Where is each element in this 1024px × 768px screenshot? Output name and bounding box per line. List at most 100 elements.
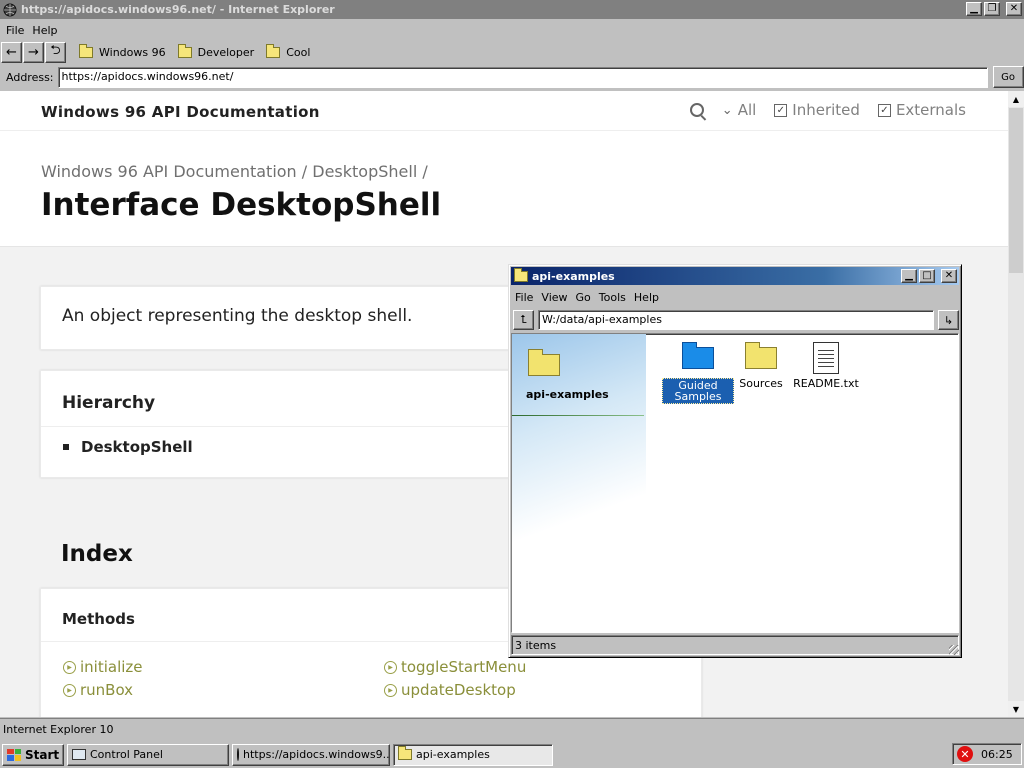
folder-blue-icon: [682, 342, 714, 369]
go-button[interactable]: Go: [992, 66, 1024, 88]
back-button[interactable]: ←: [1, 41, 22, 63]
description-text: An object representing the desktop shell…: [62, 306, 413, 326]
folder-icon: [79, 43, 93, 58]
task-label: Control Panel: [90, 748, 163, 761]
explorer-menu-bar: File View Go Tools Help: [511, 288, 663, 306]
minimize-button[interactable]: ▁: [966, 2, 982, 16]
site-name[interactable]: Windows 96 API Documentation: [41, 103, 320, 121]
file-item-label: Guided Samples: [662, 378, 734, 404]
start-button[interactable]: Start: [2, 743, 64, 766]
address-bar: Address: https://apidocs.windows96.net/ …: [0, 65, 1024, 89]
explorer-status-text: 3 items: [515, 638, 557, 652]
divider: [41, 426, 519, 427]
explorer-go-button[interactable]: ↳: [938, 310, 959, 330]
refresh-button[interactable]: ⮌: [45, 41, 66, 63]
method-link-togglestartmenu[interactable]: ▶ toggleStartMenu: [384, 658, 526, 676]
method-link-initialize[interactable]: ▶ initialize: [63, 658, 143, 676]
favorite-windows96[interactable]: Windows 96: [79, 43, 166, 59]
bullet-icon: [63, 444, 69, 450]
sidebar-title: api-examples: [526, 388, 609, 401]
menu-help[interactable]: Help: [28, 22, 61, 39]
file-item-label: README.txt: [793, 377, 859, 390]
task-control-panel[interactable]: Control Panel: [67, 743, 229, 766]
ie-menu-bar: File Help: [0, 21, 62, 39]
forward-button[interactable]: →: [23, 41, 44, 63]
hierarchy-title: Hierarchy: [62, 393, 156, 413]
start-label: Start: [25, 747, 60, 762]
maximize-button[interactable]: ❐: [984, 2, 1000, 16]
text-file-icon: [813, 342, 839, 374]
explorer-close-button[interactable]: ✕: [941, 269, 957, 283]
inherited-label: Inherited: [792, 101, 860, 119]
method-icon: ▶: [384, 660, 397, 674]
favorite-label: Developer: [197, 45, 255, 59]
explorer-title-bar[interactable]: api-examples ▁ □ ✕: [511, 267, 959, 285]
explorer-menu-tools[interactable]: Tools: [595, 289, 630, 306]
explorer-menu-view[interactable]: View: [537, 289, 571, 306]
folder-icon: [528, 349, 560, 376]
externals-label: Externals: [895, 101, 966, 119]
resize-grip-icon[interactable]: [949, 645, 959, 655]
task-api-examples[interactable]: api-examples: [393, 743, 553, 766]
divider: [512, 415, 644, 416]
ie-title-bar[interactable]: https://apidocs.windows96.net/ - Interne…: [0, 0, 1024, 19]
breadcrumb[interactable]: Windows 96 API Documentation / DesktopSh…: [41, 162, 428, 181]
address-label: Address:: [6, 70, 54, 84]
page-scrollbar[interactable]: ▲ ▼: [1008, 91, 1024, 717]
hierarchy-item-label: DesktopShell: [81, 438, 193, 456]
explorer-menu-file[interactable]: File: [511, 289, 537, 306]
explorer-maximize-button[interactable]: □: [919, 269, 935, 283]
page-title: Interface DesktopShell: [41, 187, 442, 223]
method-link-updatedesktop[interactable]: ▶ updateDesktop: [384, 681, 516, 699]
ie-toolbar: ← → ⮌ Windows 96 Developer Cool: [0, 40, 1024, 64]
file-item-label: Sources: [739, 377, 783, 390]
checkbox-icon: ✓: [774, 103, 788, 117]
explorer-title: api-examples: [532, 269, 615, 283]
methods-title: Methods: [62, 610, 135, 628]
windows-logo-icon: [7, 748, 21, 761]
status-text: Internet Explorer 10: [3, 723, 114, 736]
doc-tools: ⌄ All ✓ Inherited ✓ Externals: [689, 101, 966, 119]
explorer-menu-help[interactable]: Help: [630, 289, 663, 306]
search-icon[interactable]: [689, 103, 704, 117]
checkbox-icon: ✓: [877, 103, 891, 117]
method-link-runbox[interactable]: ▶ runBox: [63, 681, 133, 699]
explorer-sidebar: api-examples: [512, 334, 646, 632]
hierarchy-card: Hierarchy DesktopShell: [40, 370, 520, 478]
inherited-checkbox[interactable]: ✓ Inherited: [774, 101, 860, 119]
ie-globe-icon: [3, 3, 17, 16]
method-icon: ▶: [63, 683, 76, 697]
filter-all-dropdown[interactable]: ⌄ All: [722, 101, 757, 119]
close-button[interactable]: ✕: [1006, 2, 1022, 16]
taskbar: Start Control Panel https://apidocs.wind…: [0, 741, 1024, 768]
task-label: https://apidocs.windows9...: [243, 748, 390, 761]
explorer-path-input[interactable]: W:/data/api-examples: [538, 310, 934, 330]
task-internet-explorer[interactable]: https://apidocs.windows9...: [232, 743, 390, 766]
method-icon: ▶: [63, 660, 76, 674]
task-label: api-examples: [416, 748, 490, 761]
explorer-menu-go[interactable]: Go: [572, 289, 595, 306]
folder-icon: [177, 43, 192, 58]
favorite-developer[interactable]: Developer: [177, 43, 255, 59]
favorite-label: Windows 96: [99, 45, 166, 59]
externals-checkbox[interactable]: ✓ Externals: [877, 101, 966, 119]
description-card: An object representing the desktop shell…: [40, 286, 520, 350]
method-icon: ▶: [384, 683, 397, 697]
error-icon[interactable]: ✕: [957, 746, 973, 762]
menu-file[interactable]: File: [2, 22, 28, 39]
ie-globe-icon: [237, 748, 239, 761]
explorer-window: api-examples ▁ □ ✕ File View Go Tools He…: [508, 264, 962, 658]
explorer-address-bar: ⮤ W:/data/api-examples ↳: [511, 308, 959, 332]
address-input[interactable]: https://apidocs.windows96.net/: [57, 66, 988, 88]
scroll-thumb[interactable]: [1009, 108, 1023, 273]
explorer-minimize-button[interactable]: ▁: [901, 269, 917, 283]
up-folder-button[interactable]: ⮤: [513, 310, 534, 330]
clock: 06:25: [981, 747, 1013, 761]
folder-icon: [745, 342, 777, 369]
method-label: runBox: [80, 681, 134, 699]
scroll-down-arrow-icon[interactable]: ▼: [1008, 701, 1024, 717]
explorer-status-bar: 3 items: [511, 635, 959, 655]
scroll-up-arrow-icon[interactable]: ▲: [1008, 91, 1024, 107]
favorite-cool[interactable]: Cool: [266, 43, 310, 59]
method-label: toggleStartMenu: [401, 658, 527, 676]
